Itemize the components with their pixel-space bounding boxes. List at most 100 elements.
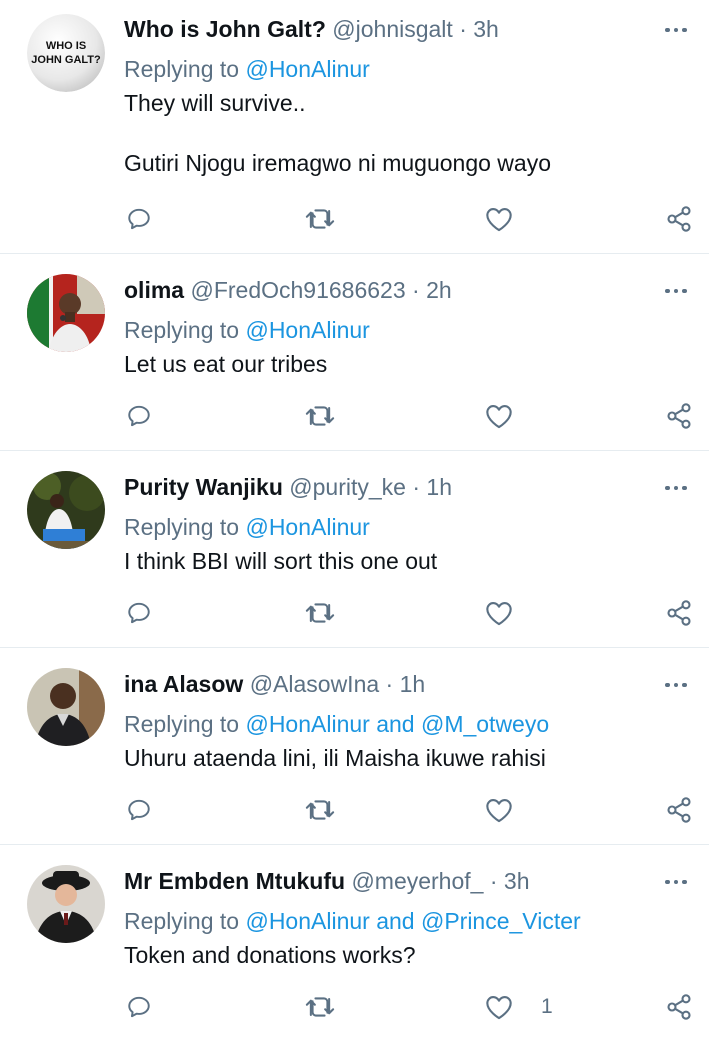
share-button[interactable] [665, 400, 693, 432]
mention-link[interactable]: @HonAlinur [245, 908, 369, 934]
separator-dot: · [489, 868, 498, 894]
more-icon[interactable] [661, 478, 691, 498]
retweet-icon [305, 800, 335, 820]
tweet[interactable]: Purity Wanjiku @purity_ke · 1h Replying … [0, 451, 709, 648]
like-icon [486, 799, 512, 823]
more-icon[interactable] [661, 20, 691, 40]
tweet-actions [124, 597, 704, 629]
retweet-icon [305, 603, 335, 623]
reply-icon [128, 996, 150, 1018]
tweet-text: They will survive.. Gutiri Njogu iremagw… [124, 90, 551, 176]
reply-icon [128, 405, 150, 427]
reply-button[interactable] [126, 597, 152, 629]
reply-button[interactable] [126, 794, 152, 826]
avatar[interactable] [27, 471, 105, 549]
share-icon [667, 403, 691, 429]
tweet-actions [124, 203, 704, 235]
like-button[interactable] [485, 400, 541, 432]
avatar[interactable] [27, 668, 105, 746]
user-handle[interactable]: @johnisgalt [332, 16, 453, 42]
mention-link[interactable]: @HonAlinur [245, 56, 369, 82]
display-name[interactable]: olima [124, 277, 184, 303]
more-icon[interactable] [661, 872, 691, 892]
timestamp[interactable]: 1h [426, 474, 452, 500]
share-button[interactable] [665, 794, 693, 826]
retweet-button[interactable] [304, 400, 336, 432]
replying-to-label: Replying to [124, 56, 246, 82]
tweet-actions [124, 400, 704, 432]
user-handle[interactable]: @FredOch91686623 [190, 277, 405, 303]
like-icon [486, 405, 512, 429]
reply-button[interactable] [126, 203, 152, 235]
tweet-header: olima @FredOch91686623 · 2h [124, 275, 629, 305]
tweet-header: Purity Wanjiku @purity_ke · 1h [124, 472, 629, 502]
replying-to: Replying to @HonAlinur [124, 315, 370, 345]
tweet-actions [124, 794, 704, 826]
timestamp[interactable]: 2h [426, 277, 452, 303]
replying-to-label: Replying to [124, 317, 246, 343]
more-icon[interactable] [661, 675, 691, 695]
reply-button[interactable] [126, 400, 152, 432]
display-name[interactable]: ina Alasow [124, 671, 243, 697]
tweet[interactable]: olima @FredOch91686623 · 2h Replying to … [0, 254, 709, 451]
user-handle[interactable]: @AlasowIna [250, 671, 379, 697]
avatar[interactable]: WHO IS JOHN GALT? [27, 14, 105, 92]
timestamp[interactable]: 3h [473, 16, 499, 42]
retweet-icon [305, 209, 335, 229]
reply-button[interactable] [126, 991, 152, 1023]
user-handle[interactable]: @purity_ke [289, 474, 406, 500]
tweet-text: Token and donations works? [124, 942, 416, 968]
like-count: 1 [541, 995, 553, 1018]
replying-to: Replying to @HonAlinur [124, 512, 370, 542]
mention-link[interactable]: @HonAlinur [245, 317, 369, 343]
like-button[interactable]: 1 [485, 991, 553, 1023]
tweet[interactable]: ina Alasow @AlasowIna · 1h Replying to @… [0, 648, 709, 845]
retweet-icon [305, 997, 335, 1017]
reply-icon [128, 602, 150, 624]
mention-link[interactable]: @HonAlinur [245, 711, 369, 737]
separator-dot: · [412, 474, 421, 500]
share-icon [667, 994, 691, 1020]
more-icon[interactable] [661, 281, 691, 301]
share-icon [667, 797, 691, 823]
share-button[interactable] [665, 597, 693, 629]
tweet[interactable]: WHO IS JOHN GALT? Who is John Galt? @joh… [0, 0, 709, 254]
tweet-actions: 1 [124, 991, 704, 1023]
tweet-header: Mr Embden Mtukufu @meyerhof_ · 3h [124, 866, 629, 896]
display-name[interactable]: Who is John Galt? [124, 16, 326, 42]
like-icon [486, 208, 512, 232]
tweet-text: Let us eat our tribes [124, 351, 328, 377]
timestamp[interactable]: 1h [400, 671, 426, 697]
retweet-button[interactable] [304, 203, 336, 235]
mention-join: and [369, 908, 421, 934]
avatar[interactable] [27, 865, 105, 943]
display-name[interactable]: Purity Wanjiku [124, 474, 283, 500]
mention-link[interactable]: @Prince_Victer [421, 908, 581, 934]
share-button[interactable] [665, 203, 693, 235]
replying-to: Replying to @HonAlinur and @M_otweyo [124, 709, 549, 739]
reply-icon [128, 208, 150, 230]
avatar[interactable] [27, 274, 105, 352]
user-handle[interactable]: @meyerhof_ [351, 868, 483, 894]
retweet-icon [305, 406, 335, 426]
replying-to-label: Replying to [124, 514, 246, 540]
retweet-button[interactable] [304, 794, 336, 826]
mention-link[interactable]: @HonAlinur [245, 514, 369, 540]
display-name[interactable]: Mr Embden Mtukufu [124, 868, 345, 894]
like-button[interactable] [485, 794, 541, 826]
share-button[interactable] [665, 991, 693, 1023]
like-icon [486, 996, 512, 1020]
avatar-text-line2: JOHN GALT? [31, 54, 101, 66]
retweet-button[interactable] [304, 597, 336, 629]
tweet[interactable]: Mr Embden Mtukufu @meyerhof_ · 3h Replyi… [0, 845, 709, 1042]
mention-link[interactable]: @M_otweyo [421, 711, 549, 737]
share-icon [667, 600, 691, 626]
retweet-button[interactable] [304, 991, 336, 1023]
tweet-header: Who is John Galt? @johnisgalt · 3h [124, 14, 629, 44]
like-button[interactable] [485, 203, 541, 235]
mention-join: and [369, 711, 421, 737]
like-button[interactable] [485, 597, 541, 629]
tweet-text: Uhuru ataenda lini, ili Maisha ikuwe rah… [124, 745, 546, 771]
timestamp[interactable]: 3h [504, 868, 530, 894]
separator-dot: · [385, 671, 394, 697]
